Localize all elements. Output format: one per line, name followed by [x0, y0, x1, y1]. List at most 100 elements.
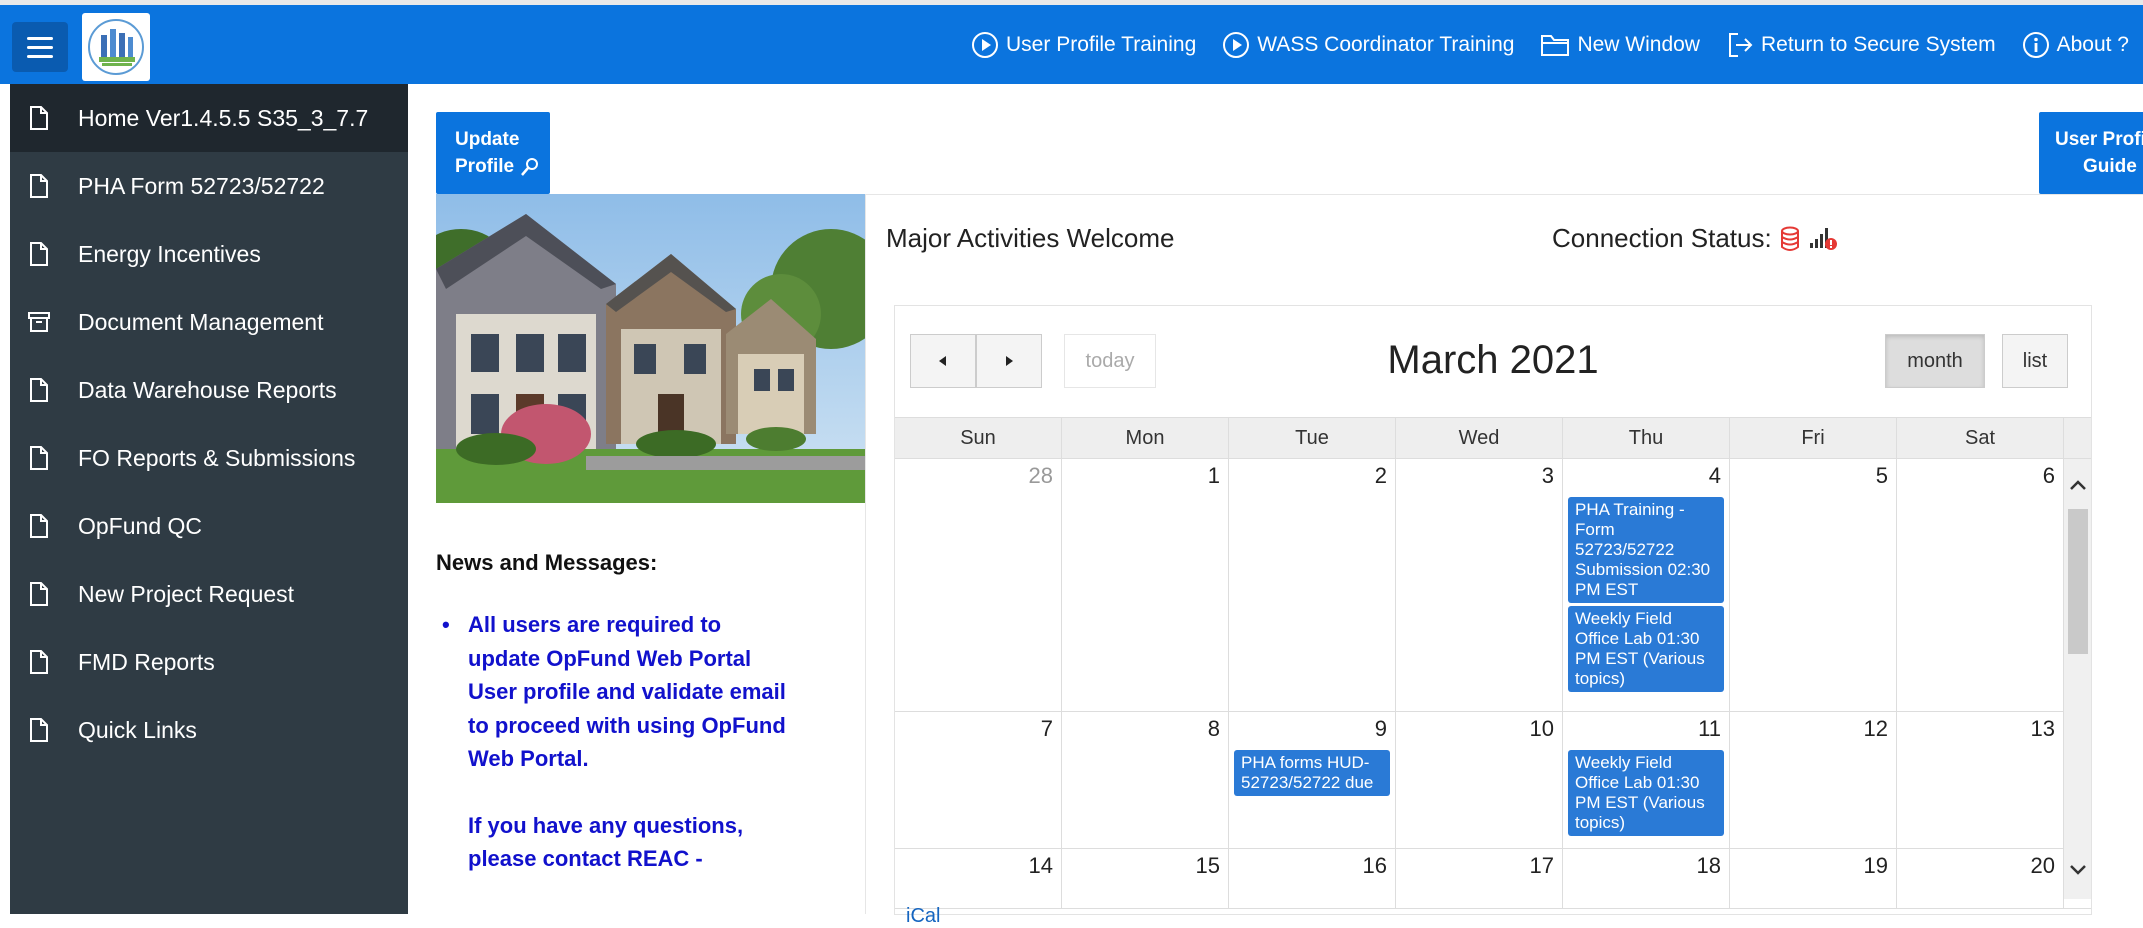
sidebar-item-quick-links[interactable]: Quick Links [10, 696, 408, 764]
sidebar-item-label: Document Management [78, 309, 323, 336]
calendar: today March 2021 month list Sun Mon Tue … [894, 305, 2092, 915]
calendar-scrollbar[interactable] [2064, 459, 2092, 899]
sidebar-item-home[interactable]: Home Ver1.4.5.5 S35_3_7.7 [10, 84, 408, 152]
wass-coordinator-training-link[interactable]: WASS Coordinator Training [1222, 31, 1514, 59]
day-number: 3 [1401, 463, 1557, 497]
file-icon [24, 173, 54, 199]
signal-warning-icon [1808, 225, 1838, 253]
about-link[interactable]: About ? [2022, 31, 2129, 59]
day-number: 11 [1568, 716, 1724, 750]
hamburger-menu-icon[interactable] [12, 22, 68, 72]
sidebar-item-new-project-request[interactable]: New Project Request [10, 560, 408, 628]
day-number: 13 [1902, 716, 2058, 750]
calendar-event[interactable]: Weekly Field Office Lab 01:30 PM EST (Va… [1568, 606, 1724, 692]
update-profile-button[interactable]: Update Profile [436, 112, 550, 194]
weekday-label: Wed [1396, 418, 1563, 458]
calendar-day[interactable]: 4 PHA Training - Form 52723/52722 Submis… [1563, 459, 1730, 711]
day-number: 16 [1234, 853, 1390, 887]
day-number: 7 [900, 716, 1056, 750]
sidebar-item-data-warehouse-reports[interactable]: Data Warehouse Reports [10, 356, 408, 424]
sidebar-item-document-management[interactable]: Document Management [10, 288, 408, 356]
top-bar: User Profile Training WASS Coordinator T… [0, 0, 2143, 84]
scrollbar-thumb[interactable] [2068, 509, 2088, 654]
header-gutter [2064, 418, 2092, 458]
sidebar-item-label: PHA Form 52723/52722 [78, 173, 325, 200]
hud-logo[interactable] [82, 13, 150, 81]
calendar-week: 14 15 16 17 18 19 20 [895, 849, 2092, 909]
database-icon [1780, 226, 1800, 252]
calendar-day[interactable]: 17 [1396, 849, 1563, 908]
nav-label: WASS Coordinator Training [1257, 33, 1514, 57]
nav-label: Return to Secure System [1761, 33, 1996, 57]
nav-label: New Window [1577, 33, 1700, 57]
calendar-event[interactable]: PHA forms HUD-52723/52722 due [1234, 750, 1390, 796]
calendar-day[interactable]: 28 [895, 459, 1062, 711]
calendar-day[interactable]: 20 [1897, 849, 2064, 908]
sidebar-item-label: Quick Links [78, 717, 197, 744]
calendar-day[interactable]: 19 [1730, 849, 1897, 908]
info-circle-icon [2022, 31, 2050, 59]
sidebar-item-label: Home Ver1.4.5.5 S35_3_7.7 [78, 105, 368, 132]
return-to-secure-system-link[interactable]: Return to Secure System [1726, 31, 1996, 59]
ical-link[interactable]: iCal [906, 905, 940, 928]
month-view-button[interactable]: month [1885, 334, 1985, 388]
file-icon [24, 377, 54, 403]
calendar-day[interactable]: 11 Weekly Field Office Lab 01:30 PM EST … [1563, 712, 1730, 848]
calendar-day[interactable]: 18 [1563, 849, 1730, 908]
calendar-day[interactable]: 5 [1730, 459, 1897, 711]
update-profile-line2: Profile [455, 153, 514, 180]
calendar-day[interactable]: 16 [1229, 849, 1396, 908]
calendar-day[interactable]: 15 [1062, 849, 1229, 908]
calendar-day[interactable]: 8 [1062, 712, 1229, 848]
sidebar-item-opfund-qc[interactable]: OpFund QC [10, 492, 408, 560]
calendar-day[interactable]: 2 [1229, 459, 1396, 711]
calendar-day[interactable]: 14 [895, 849, 1062, 908]
calendar-day[interactable]: 1 [1062, 459, 1229, 711]
calendar-day[interactable]: 9 PHA forms HUD-52723/52722 due [1229, 712, 1396, 848]
calendar-day[interactable]: 12 [1730, 712, 1897, 848]
file-icon [24, 717, 54, 743]
sidebar-item-label: OpFund QC [78, 513, 202, 540]
calendar-week: 7 8 9 PHA forms HUD-52723/52722 due 10 1… [895, 712, 2092, 849]
sidebar-item-pha-form[interactable]: PHA Form 52723/52722 [10, 152, 408, 220]
calendar-event[interactable]: PHA Training - Form 52723/52722 Submissi… [1568, 497, 1724, 603]
weekday-label: Fri [1730, 418, 1897, 458]
news-title: News and Messages: [436, 550, 657, 576]
file-icon [24, 105, 54, 131]
sidebar-item-energy-incentives[interactable]: Energy Incentives [10, 220, 408, 288]
chevron-up-icon[interactable] [2069, 479, 2087, 491]
day-number: 1 [1067, 463, 1223, 497]
calendar-day[interactable]: 10 [1396, 712, 1563, 848]
day-number: 15 [1067, 853, 1223, 887]
sidebar-item-label: Energy Incentives [78, 241, 261, 268]
bullet: • [442, 608, 450, 642]
user-profile-guide-button[interactable]: User Profi Guide [2039, 112, 2143, 194]
nav-label: User Profile Training [1006, 33, 1196, 57]
day-number: 12 [1735, 716, 1891, 750]
weekday-label: Sat [1897, 418, 2064, 458]
main-content: Update Profile User Profi Guide [408, 84, 2143, 914]
connection-status-label: Connection Status: [1552, 223, 1772, 254]
chevron-down-icon[interactable] [2069, 864, 2087, 876]
file-icon [24, 649, 54, 675]
weekday-label: Thu [1563, 418, 1730, 458]
sidebar-item-fo-reports[interactable]: FO Reports & Submissions [10, 424, 408, 492]
list-view-button[interactable]: list [2002, 334, 2068, 388]
file-icon [24, 513, 54, 539]
calendar-event[interactable]: Weekly Field Office Lab 01:30 PM EST (Va… [1568, 750, 1724, 836]
region-title: Major Activities Welcome [886, 223, 1175, 254]
calendar-day[interactable]: 7 [895, 712, 1062, 848]
sidebar-item-fmd-reports[interactable]: FMD Reports [10, 628, 408, 696]
user-profile-training-link[interactable]: User Profile Training [971, 31, 1196, 59]
major-activities-region: Major Activities Welcome Connection Stat… [865, 194, 2143, 914]
calendar-day[interactable]: 6 [1897, 459, 2064, 711]
calendar-day[interactable]: 3 [1396, 459, 1563, 711]
sidebar-item-label: FO Reports & Submissions [78, 445, 355, 472]
weekday-label: Sun [895, 418, 1062, 458]
folder-icon [1540, 32, 1570, 58]
calendar-day[interactable]: 13 [1897, 712, 2064, 848]
day-number: 14 [900, 853, 1056, 887]
day-number: 2 [1234, 463, 1390, 497]
user-search-icon [520, 156, 540, 178]
new-window-link[interactable]: New Window [1540, 32, 1700, 58]
